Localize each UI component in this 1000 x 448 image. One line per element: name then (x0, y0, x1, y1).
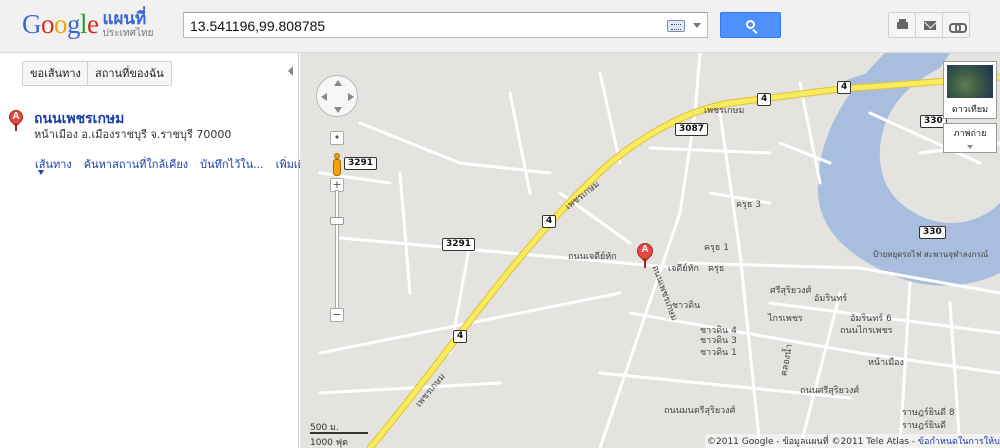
satellite-toggle[interactable]: ดาวเทียม (943, 61, 997, 119)
copyright-notice: ©2011 Google - ข้อมูลแผนที่ ©2011 Tele A… (705, 434, 1000, 448)
my-location-button[interactable]: • (330, 131, 344, 145)
route-shield: 330 (919, 226, 946, 239)
zoom-out-button[interactable]: − (330, 308, 344, 322)
email-button[interactable] (915, 12, 943, 38)
print-button[interactable] (888, 12, 916, 38)
map-label: ชาวดิน (672, 301, 701, 311)
top-bar: Google แผนที่ ประเทศไทย (0, 0, 1000, 53)
zoom-slider-handle[interactable] (330, 217, 344, 225)
map-label: อัมรินทร์ (814, 294, 848, 304)
copyright-text: ©2011 Google - ข้อมูลแผนที่ ©2011 Tele A… (707, 437, 916, 447)
search-box (183, 12, 708, 38)
search-button[interactable] (720, 12, 781, 38)
map-label: ครุธ (708, 264, 725, 274)
pan-left-icon[interactable] (321, 93, 327, 101)
pan-down-icon[interactable] (334, 107, 342, 113)
satellite-thumbnail (947, 65, 993, 98)
toolbar (888, 12, 970, 38)
map-label: ป้ายหยุดรถไฟ สะพานจุฬาลงกรณ์ (873, 250, 989, 259)
map-label: ไกรเพชร (768, 314, 803, 324)
terms-link[interactable]: ข้อกำหนดในการให้บริการ (918, 437, 1000, 447)
logo-subtitle: ประเทศไทย (102, 28, 154, 39)
map-label: ราษฎร์ยินดี (902, 421, 946, 431)
map-canvas[interactable]: 4 4 3087 330 3291 4 3291 330 4 เพชรเกษม … (300, 53, 1000, 448)
route-shield: 4 (757, 93, 772, 106)
route-shield: 3291 (344, 157, 378, 170)
route-shield: 3087 (675, 123, 709, 136)
zoom-slider[interactable] (335, 190, 339, 310)
directions-button[interactable]: ขอเส้นทาง (22, 61, 89, 86)
search-nearby-link[interactable]: ค้นหาสถานที่ใกล้เคียง (84, 155, 188, 173)
chevron-down-icon[interactable] (38, 170, 44, 175)
link-icon (949, 23, 967, 33)
route-shield: 3291 (442, 238, 476, 251)
search-input[interactable] (190, 17, 660, 35)
result-actions: เส้นทาง ค้นหาสถานที่ใกล้เคียง บันทึกไว้ใ… (35, 155, 312, 173)
photo-layer-button[interactable]: ภาพถ่าย (943, 123, 997, 153)
mail-icon (924, 21, 936, 30)
map-marker-icon[interactable]: A (633, 239, 657, 269)
map-label: ชาวดิน 1 (700, 348, 737, 358)
map-label: เพชรเกษม (704, 106, 745, 116)
google-maps-logo[interactable]: Google แผนที่ ประเทศไทย (22, 10, 153, 40)
map-label: ราษฎร์ยินดี 8 (902, 408, 955, 418)
route-shield: 4 (453, 330, 468, 343)
street-view-pegman-icon[interactable] (332, 153, 342, 177)
save-to-link[interactable]: บันทึกไว้ใน... (200, 155, 264, 173)
map-label: ถนนไกรเพชร (840, 326, 893, 336)
map-label: ถนนศรีสุริยวงศ์ (800, 386, 860, 396)
map-label: ครุธ 3 (736, 200, 761, 210)
map-label: ศรีสุริยวงศ์ (770, 286, 812, 296)
satellite-label: ดาวเทียม (951, 105, 989, 115)
map-label: ครุธ 1 (704, 243, 729, 253)
logo-word: Google (22, 9, 99, 39)
collapse-panel-icon[interactable] (288, 66, 293, 76)
left-panel: ขอเส้นทาง สถานที่ของฉัน A ถนนเพชรเกษม หน… (0, 53, 312, 448)
result-marker-icon[interactable]: A (6, 107, 26, 131)
map-label: ถนนมนตรีสุริยวงศ์ (664, 406, 736, 416)
map-label: เจดีย์หัก (668, 264, 699, 274)
route-shield: 4 (542, 215, 557, 228)
logo-title: แผนที่ (102, 9, 147, 29)
print-icon (897, 19, 908, 29)
route-shield: 4 (837, 81, 852, 94)
pan-control[interactable] (316, 75, 358, 117)
keyboard-icon[interactable] (667, 20, 685, 32)
pan-up-icon[interactable] (334, 80, 342, 86)
map-label: หน้าเมือง (868, 358, 904, 368)
result-address: หน้าเมือง อ.เมืองราชบุรี จ.ราชบุรี 70000 (34, 128, 232, 141)
pan-right-icon[interactable] (348, 93, 354, 101)
scale-bar: 500 ม. 1000 ฟุต (310, 420, 370, 448)
link-button[interactable] (942, 12, 970, 38)
scale-imperial: 1000 ฟุต (310, 438, 348, 448)
chevron-down-icon[interactable] (693, 23, 701, 28)
search-icon (746, 20, 755, 29)
my-places-button[interactable]: สถานที่ของฉัน (87, 61, 172, 86)
map-label: ถนนเจดีย์หัก (568, 252, 617, 262)
